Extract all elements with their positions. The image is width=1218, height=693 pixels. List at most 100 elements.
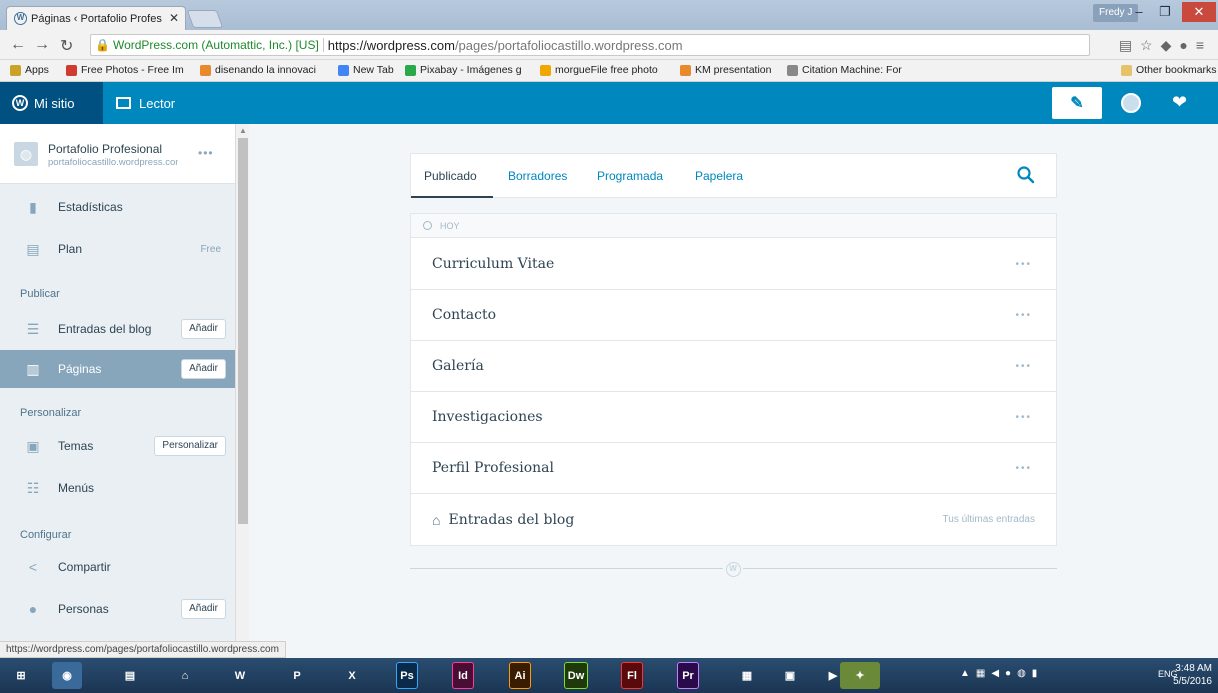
blog-posts-row[interactable]: ⌂ Entradas del blog Tus últimas entradas	[411, 494, 1056, 545]
morguefile-icon	[540, 64, 551, 76]
bookmark-item[interactable]: morgueFile free photo	[540, 64, 658, 76]
dreamweaver-icon[interactable]: Dw	[564, 662, 588, 689]
page-row[interactable]: Perfil Profesional •••	[411, 443, 1056, 494]
pencil-edit-icon: ✎	[1070, 95, 1084, 112]
site-card[interactable]: ◍ Portafolio Profesional portafoliocasti…	[0, 124, 235, 184]
add-post-button[interactable]: Añadir	[181, 319, 226, 339]
blog-posts-subtitle: Tus últimas entradas	[942, 514, 1035, 525]
photoshop-icon[interactable]: Ps	[396, 662, 418, 689]
new-tab-button[interactable]	[186, 10, 224, 28]
bookmark-item[interactable]: Pixabay - Imágenes g	[405, 64, 522, 76]
share-icon: <	[28, 559, 38, 575]
bookmark-favicon-icon	[680, 64, 691, 76]
notifications-icon[interactable]: ❤	[1172, 92, 1187, 113]
url-host: https://wordpress.com	[327, 37, 455, 53]
other-bookmarks[interactable]: Other bookmarks	[1121, 64, 1217, 76]
forward-arrow-icon[interactable]: →	[34, 36, 50, 54]
page-row[interactable]: Investigaciones •••	[411, 392, 1056, 443]
powerpoint-icon[interactable]: P	[282, 662, 312, 689]
page-title[interactable]: Investigaciones	[432, 409, 543, 425]
bookmark-item[interactable]: Citation Machine: For	[787, 64, 902, 76]
page-more-icon[interactable]: •••	[1015, 259, 1032, 270]
tab-trash[interactable]: Papelera	[695, 169, 743, 183]
plan-badge: Free	[200, 243, 221, 255]
windows-app-icon[interactable]: ▣	[775, 662, 805, 689]
page-title[interactable]: Galería	[432, 358, 484, 374]
address-bar[interactable]: 🔒 WordPress.com (Automattic, Inc.) [US] …	[90, 34, 1090, 56]
sidebar-item-stats[interactable]: ▮ Estadísticas	[0, 188, 235, 226]
page-more-icon[interactable]: •••	[1015, 463, 1032, 474]
add-page-button[interactable]: Añadir	[181, 359, 226, 379]
taskbar-clock[interactable]: 3:48 AM 5/5/2016	[1173, 662, 1212, 688]
globe-icon: ◍	[14, 142, 38, 166]
calculator-icon[interactable]: ▦	[732, 662, 762, 689]
tab-scheduled[interactable]: Programada	[597, 169, 663, 183]
site-more-icon[interactable]: •••	[198, 146, 214, 160]
indesign-icon[interactable]: Id	[452, 662, 474, 689]
avatar[interactable]	[1121, 93, 1141, 113]
section-header: HOY	[411, 214, 1056, 238]
browser-extension-icons[interactable]: ▤☆◆●≡	[1119, 37, 1212, 54]
browser-toolbar: ← → ↻ 🔒 WordPress.com (Automattic, Inc.)…	[0, 30, 1218, 60]
illustrator-icon[interactable]: Ai	[509, 662, 531, 689]
menu-list-icon: ☷	[26, 479, 40, 496]
folder-icon	[1121, 64, 1132, 76]
page-more-icon[interactable]: •••	[1015, 412, 1032, 423]
page-row[interactable]: Curriculum Vitae •••	[411, 239, 1056, 290]
chrome-icon[interactable]: ◉	[52, 662, 82, 689]
word-icon[interactable]: W	[225, 662, 255, 689]
premiere-icon[interactable]: Pr	[677, 662, 699, 689]
write-post-button[interactable]: ✎	[1052, 87, 1102, 119]
sidebar-item-plan[interactable]: ▤ Plan Free	[0, 230, 235, 268]
scroll-up-icon[interactable]: ▲	[239, 126, 247, 135]
page-title[interactable]: Perfil Profesional	[432, 460, 554, 476]
reader-button[interactable]: Lector	[116, 82, 175, 124]
tab-close-icon[interactable]: ✕	[169, 11, 179, 25]
reload-icon[interactable]: ↻	[60, 36, 73, 56]
heading-publish: Publicar	[20, 288, 60, 300]
sidebar-scrollbar[interactable]: ▲	[235, 124, 249, 641]
customize-button[interactable]: Personalizar	[154, 436, 226, 456]
clock-icon	[423, 221, 432, 230]
tab-published[interactable]: Publicado	[424, 169, 477, 183]
sidebar-item-people[interactable]: ● Personas Añadir	[0, 590, 235, 628]
browser-tab[interactable]: W Páginas ‹ Portafolio Profes ✕	[6, 6, 186, 30]
excel-icon[interactable]: X	[337, 662, 367, 689]
sidebar-item-menus[interactable]: ☷ Menús	[0, 469, 235, 507]
add-people-button[interactable]: Añadir	[181, 599, 226, 619]
bookmark-item[interactable]: KM presentation	[680, 64, 771, 76]
bookmark-item[interactable]: New Tab	[338, 64, 394, 76]
maximize-icon[interactable]: ❐	[1152, 2, 1178, 22]
page-more-icon[interactable]: •••	[1015, 361, 1032, 372]
minimize-icon[interactable]: –	[1126, 2, 1152, 22]
photo-app-icon[interactable]: ✦	[840, 662, 880, 689]
sidebar-item-posts[interactable]: ☰ Entradas del blog Añadir	[0, 310, 235, 348]
page-row[interactable]: Contacto •••	[411, 290, 1056, 341]
windows-start-icon[interactable]: ⊞	[6, 662, 36, 689]
tab-drafts[interactable]: Borradores	[508, 169, 567, 183]
my-site-button[interactable]: W Mi sitio	[0, 82, 103, 124]
sidebar-item-themes[interactable]: ▣ Temas Personalizar	[0, 427, 235, 465]
page-title[interactable]: Curriculum Vitae	[432, 256, 554, 272]
bookmark-item[interactable]: Free Photos - Free Im	[66, 64, 184, 76]
wp-masterbar: W Mi sitio Lector ✎ ❤	[0, 82, 1218, 124]
bookmark-apps[interactable]: Apps	[10, 64, 49, 76]
page-more-icon[interactable]: •••	[1015, 310, 1032, 321]
bookmark-item[interactable]: disenando la innovaci	[200, 64, 316, 76]
blog-posts-title[interactable]: Entradas del blog	[448, 512, 574, 528]
flash-icon[interactable]: Fl	[621, 662, 643, 689]
window-close-icon[interactable]: ✕	[1182, 2, 1216, 22]
page-title[interactable]: Contacto	[432, 307, 496, 323]
sidebar-item-share[interactable]: < Compartir	[0, 548, 235, 586]
home-icon[interactable]: ⌂	[170, 662, 200, 689]
scrollbar-thumb[interactable]	[238, 138, 248, 524]
file-explorer-icon[interactable]: ▤	[115, 662, 145, 689]
apps-grid-icon	[10, 64, 21, 76]
pages-list: HOY Curriculum Vitae ••• Contacto ••• Ga…	[410, 213, 1057, 546]
back-arrow-icon[interactable]: ←	[10, 36, 26, 54]
sidebar-item-pages[interactable]: ▥ Páginas Añadir	[0, 350, 235, 388]
search-icon[interactable]	[1016, 165, 1036, 185]
page-row[interactable]: Galería •••	[411, 341, 1056, 392]
system-tray-icons[interactable]: ▲▦◀●◍▮	[960, 668, 1043, 679]
document-icon	[787, 64, 798, 76]
